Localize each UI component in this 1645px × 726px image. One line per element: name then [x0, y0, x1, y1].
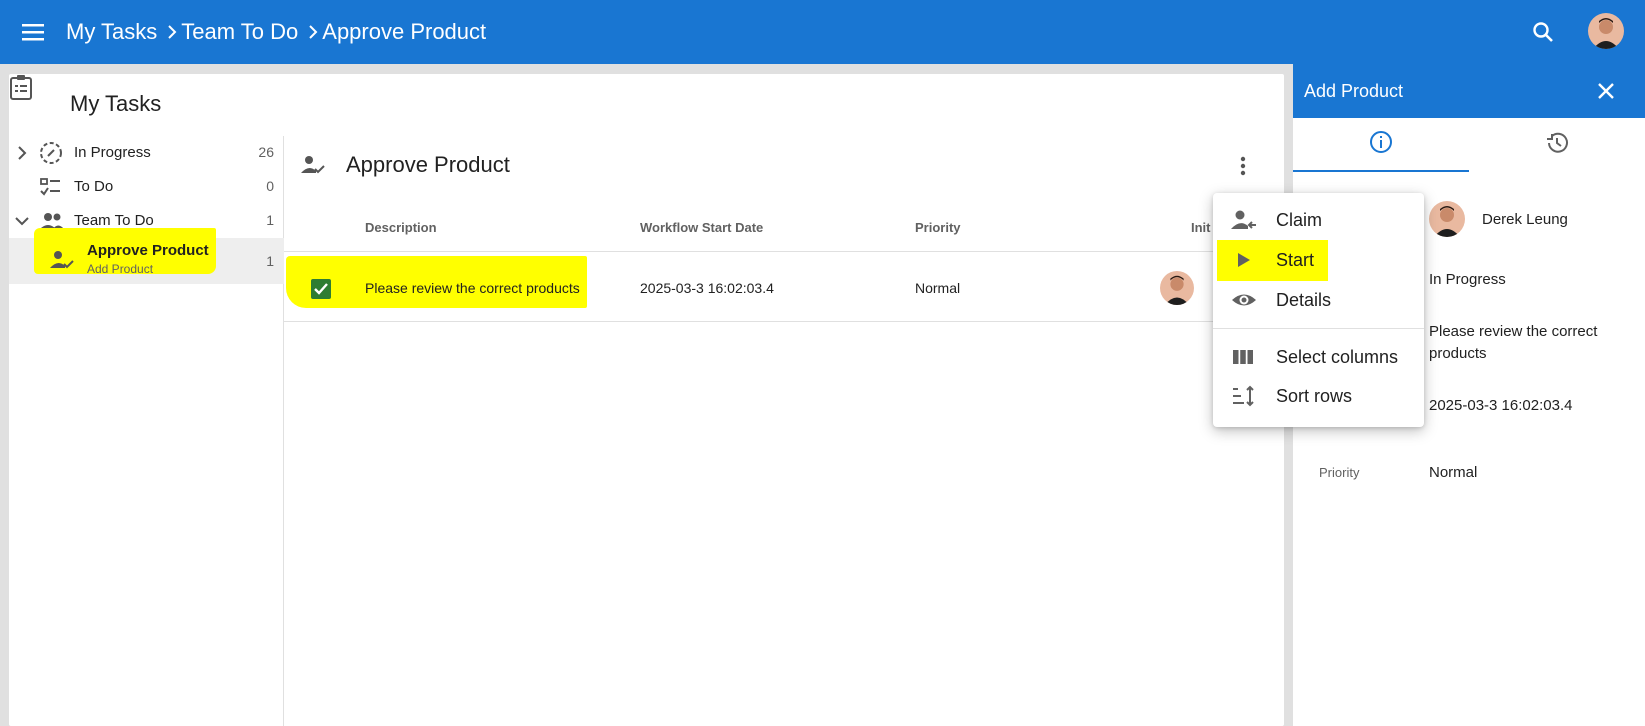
cell-priority: Normal: [915, 280, 961, 296]
checklist-icon: [39, 175, 63, 203]
start-date-value: 2025-03-3 16:02:03.4: [1429, 397, 1573, 414]
menu-item-label: Sort rows: [1276, 386, 1353, 406]
column-header-start-date[interactable]: Workflow Start Date: [640, 220, 763, 235]
sort-icon: [1231, 384, 1255, 413]
nav-item-label: Team To Do: [74, 212, 154, 229]
nav-item-count: 1: [266, 253, 274, 269]
nav-item-label: In Progress: [74, 144, 151, 161]
assignee-name: Derek Leung: [1482, 211, 1568, 228]
panel-header: Add Product: [1293, 64, 1645, 118]
initiator-avatar: [1160, 271, 1194, 305]
breadcrumb: My Tasks Team To Do Approve Product: [66, 19, 486, 45]
priority-value: Normal: [1429, 464, 1478, 481]
menu-item-label: Start: [1276, 250, 1315, 270]
page-title: My Tasks: [70, 91, 162, 116]
priority-label: Priority: [1319, 465, 1360, 480]
person-check-icon: [50, 249, 74, 275]
menu-item-select-columns[interactable]: Select columns: [1213, 338, 1424, 376]
user-avatar[interactable]: [1588, 13, 1624, 49]
play-icon: [1231, 248, 1255, 277]
info-icon: [1369, 130, 1393, 159]
task-nav: In Progress 26 To Do 0 Team To Do 1 Appr…: [9, 136, 284, 726]
breadcrumb-approve-product[interactable]: Approve Product: [322, 19, 486, 45]
more-vert-icon[interactable]: [1231, 154, 1255, 178]
column-header-priority[interactable]: Priority: [915, 220, 961, 235]
search-icon[interactable]: [1527, 16, 1559, 48]
menu-item-details[interactable]: Details: [1213, 281, 1424, 319]
menu-divider: [1213, 328, 1424, 329]
breadcrumb-my-tasks[interactable]: My Tasks: [66, 19, 157, 45]
person-claim-icon: [1231, 208, 1257, 237]
chevron-down-icon[interactable]: [12, 211, 32, 235]
app-bar: My Tasks Team To Do Approve Product: [0, 0, 1645, 64]
menu-item-sort-rows[interactable]: Sort rows: [1213, 377, 1424, 415]
menu-item-claim[interactable]: Claim: [1213, 201, 1424, 239]
column-header-initiator[interactable]: Init: [1191, 220, 1211, 235]
cell-start-date: 2025-03-3 16:02:03.4: [640, 280, 774, 296]
person-check-icon: [301, 154, 325, 181]
chevron-right-icon: [308, 25, 318, 39]
cell-description: Please review the correct products: [365, 280, 580, 296]
nav-item-label: To Do: [74, 178, 114, 195]
nav-item-sublabel: Add Product: [87, 262, 154, 276]
nav-item-count: 0: [266, 178, 274, 194]
menu-item-label: Select columns: [1276, 347, 1399, 367]
chevron-right-icon: [167, 25, 177, 39]
table-header: Description Workflow Start Date Priority…: [284, 204, 1284, 252]
menu-item-label: Details: [1276, 290, 1332, 310]
tab-history[interactable]: [1469, 118, 1645, 172]
nav-item-to-do[interactable]: To Do 0: [9, 170, 284, 204]
close-icon[interactable]: [1593, 78, 1619, 104]
assignee-avatar: [1429, 201, 1465, 237]
hamburger-icon[interactable]: [0, 0, 66, 64]
clipboard-icon: [9, 75, 33, 104]
tab-info[interactable]: [1293, 118, 1469, 172]
eye-icon: [1231, 288, 1257, 317]
row-checkbox[interactable]: [311, 279, 331, 299]
nav-item-label: Approve Product: [87, 242, 209, 259]
panel-title: Add Product: [1304, 81, 1404, 101]
breadcrumb-team-to-do[interactable]: Team To Do: [181, 19, 298, 45]
menu-item-start[interactable]: Start: [1213, 240, 1424, 281]
history-icon: [1545, 131, 1569, 160]
nav-item-approve-product[interactable]: Approve Product Add Product 1: [9, 228, 284, 284]
menu-item-label: Claim: [1276, 210, 1323, 230]
table-row[interactable]: Please review the correct products 2025-…: [284, 254, 1284, 322]
row-actions-menu: Claim Start Details Select columns Sort …: [1213, 193, 1424, 427]
tasks-card: My Tasks In Progress 26 To Do 0 Team To …: [9, 74, 1284, 726]
nav-item-count: 1: [266, 212, 274, 228]
status-value: In Progress: [1429, 271, 1506, 288]
description-value: Please review the correct products: [1429, 323, 1598, 362]
nav-item-count: 26: [258, 144, 274, 160]
nav-item-in-progress[interactable]: In Progress 26: [9, 136, 284, 170]
task-title: Approve Product: [346, 152, 510, 177]
chevron-right-icon[interactable]: [12, 143, 32, 167]
columns-icon: [1231, 345, 1255, 374]
in-progress-icon: [39, 141, 63, 169]
column-header-description[interactable]: Description: [365, 220, 437, 235]
